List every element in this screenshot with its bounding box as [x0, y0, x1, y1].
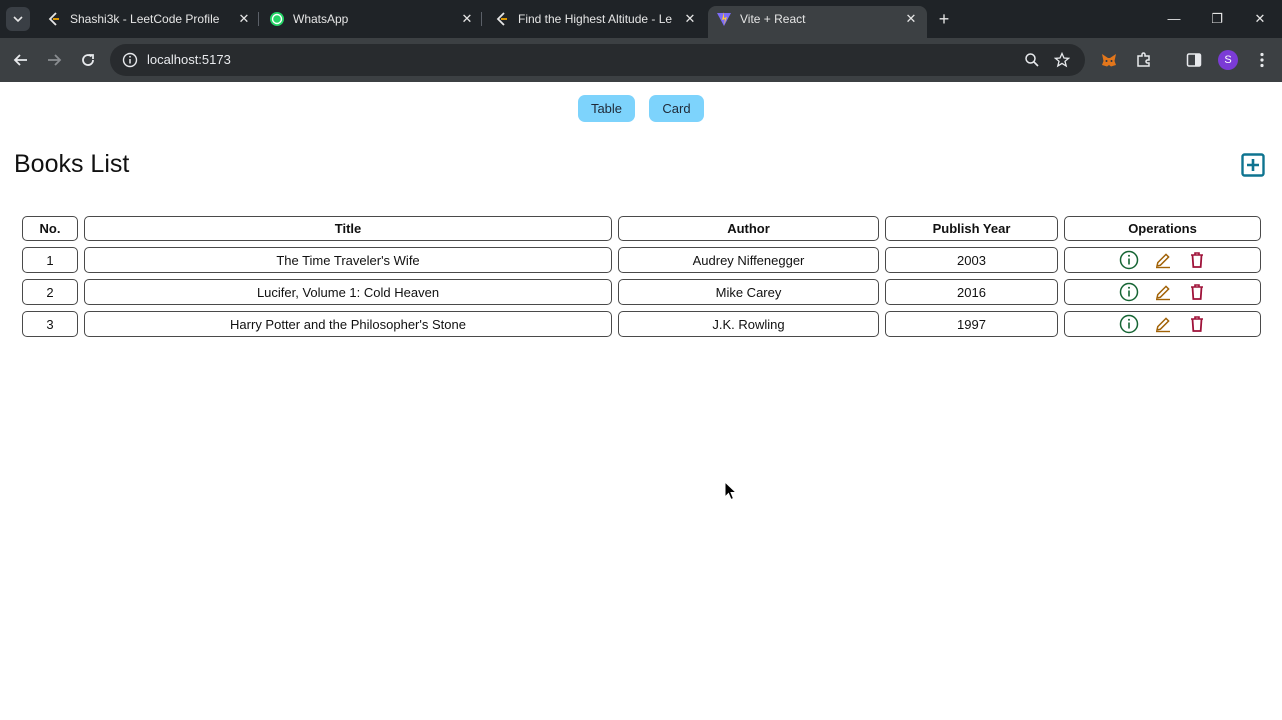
column-header-publish-year: Publish Year [885, 216, 1058, 241]
table-view-button[interactable]: Table [578, 95, 635, 122]
tab-title: Shashi3k - LeetCode Profile [70, 12, 220, 26]
tab-separator [258, 12, 259, 26]
back-button[interactable] [10, 49, 32, 71]
leetcode-icon [494, 11, 510, 27]
cell-operations [1064, 247, 1261, 273]
metamask-extension-icon[interactable] [1099, 50, 1119, 70]
close-icon[interactable]: ✕ [459, 11, 475, 27]
close-icon[interactable]: ✕ [903, 11, 919, 27]
zoom-icon[interactable] [1024, 52, 1040, 68]
tab-title: WhatsApp [293, 12, 349, 26]
cell-author: J.K. Rowling [618, 311, 879, 337]
tab-search-button[interactable] [6, 7, 30, 31]
restore-button[interactable]: ❐ [1207, 9, 1227, 29]
url-text: localhost:5173 [147, 52, 231, 67]
vite-icon [716, 11, 732, 27]
table-row: 3 Harry Potter and the Philosopher's Sto… [22, 311, 1261, 337]
reload-button[interactable] [77, 49, 99, 71]
cell-no: 3 [22, 311, 78, 337]
tab-leetcode-profile[interactable]: Shashi3k - LeetCode Profile ✕ [46, 6, 252, 32]
whatsapp-icon [269, 11, 285, 27]
browser-toolbar: localhost:5173 S [0, 38, 1282, 82]
tab-separator [481, 12, 482, 26]
cell-title: Lucifer, Volume 1: Cold Heaven [84, 279, 612, 305]
cell-no: 1 [22, 247, 78, 273]
leetcode-icon [46, 11, 62, 27]
page-content: Table Card Books List No. Title Author P… [0, 82, 1282, 720]
minimize-button[interactable]: — [1164, 9, 1184, 29]
cell-author: Audrey Niffenegger [618, 247, 879, 273]
info-circle-icon[interactable] [1118, 313, 1140, 335]
table-row: 1 The Time Traveler's Wife Audrey Niffen… [22, 247, 1261, 273]
arrow-left-icon [13, 54, 27, 66]
cell-operations [1064, 311, 1261, 337]
mouse-cursor-icon [724, 481, 738, 501]
cell-year: 1997 [885, 311, 1058, 337]
cell-title: The Time Traveler's Wife [84, 247, 612, 273]
address-bar[interactable]: localhost:5173 [110, 44, 1085, 76]
bookmark-star-icon[interactable] [1054, 52, 1070, 68]
more-menu-icon[interactable] [1252, 50, 1272, 70]
edit-pencil-icon[interactable] [1152, 249, 1174, 271]
table-header-row: No. Title Author Publish Year Operations [22, 216, 1261, 241]
column-header-operations: Operations [1064, 216, 1261, 241]
table-row: 2 Lucifer, Volume 1: Cold Heaven Mike Ca… [22, 279, 1261, 305]
plus-square-icon [1241, 153, 1265, 177]
new-tab-button[interactable]: + [934, 9, 954, 29]
reload-icon [82, 54, 94, 66]
column-header-author: Author [618, 216, 879, 241]
extensions-icon[interactable] [1134, 50, 1154, 70]
delete-trash-icon[interactable] [1186, 281, 1208, 303]
info-icon[interactable] [122, 52, 138, 68]
chevron-down-icon [13, 16, 23, 23]
edit-pencil-icon[interactable] [1152, 281, 1174, 303]
edit-pencil-icon[interactable] [1152, 313, 1174, 335]
cell-author: Mike Carey [618, 279, 879, 305]
books-table: No. Title Author Publish Year Operations… [16, 210, 1267, 343]
tab-whatsapp[interactable]: WhatsApp ✕ [269, 6, 475, 32]
tab-title: Vite + React [740, 12, 806, 26]
cell-title: Harry Potter and the Philosopher's Stone [84, 311, 612, 337]
page-title: Books List [14, 150, 130, 178]
tab-strip: Shashi3k - LeetCode Profile ✕ WhatsApp ✕… [0, 0, 1282, 38]
close-window-button[interactable]: ✕ [1250, 9, 1270, 29]
column-header-title: Title [84, 216, 612, 241]
delete-trash-icon[interactable] [1186, 313, 1208, 335]
cell-no: 2 [22, 279, 78, 305]
cell-year: 2016 [885, 279, 1058, 305]
tab-vite-react[interactable]: Vite + React ✕ [708, 6, 927, 38]
forward-button[interactable] [43, 49, 65, 71]
add-book-button[interactable] [1241, 153, 1265, 177]
card-view-button[interactable]: Card [649, 95, 704, 122]
info-circle-icon[interactable] [1118, 249, 1140, 271]
profile-avatar[interactable]: S [1218, 50, 1238, 70]
close-icon[interactable]: ✕ [236, 11, 252, 27]
info-circle-icon[interactable] [1118, 281, 1140, 303]
close-icon[interactable]: ✕ [682, 11, 698, 27]
column-header-no: No. [22, 216, 78, 241]
side-panel-icon[interactable] [1184, 50, 1204, 70]
cell-operations [1064, 279, 1261, 305]
delete-trash-icon[interactable] [1186, 249, 1208, 271]
cell-year: 2003 [885, 247, 1058, 273]
tab-title: Find the Highest Altitude - Leet [518, 12, 672, 26]
tab-find-highest-altitude[interactable]: Find the Highest Altitude - Leet ✕ [494, 6, 698, 32]
arrow-right-icon [48, 54, 62, 66]
